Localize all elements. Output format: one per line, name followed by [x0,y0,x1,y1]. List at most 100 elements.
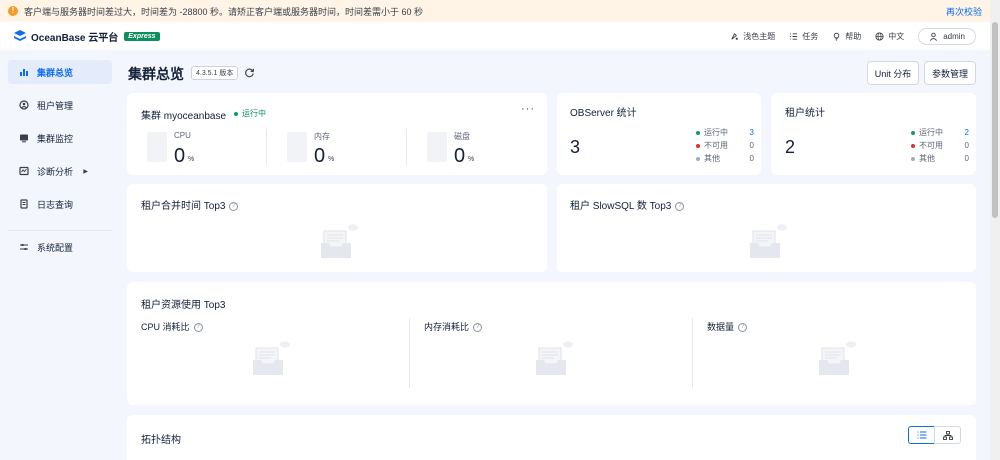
metric-label: CPU [174,131,191,140]
caret-right-icon: ▶ [83,168,88,175]
sidebar-item-system-config[interactable]: 系统配置 [8,235,112,259]
help-menu[interactable]: 帮助 [832,31,861,42]
legend-value: 0 [749,154,754,163]
legend-value: 0 [964,154,969,163]
legend-label: 其他 [919,154,935,163]
column-separator [409,318,410,388]
slowsql-top3-title: 租户 SlowSQL 数 Top3? [570,197,685,212]
legend-row-other: 其他 0 [696,152,754,165]
sidebar-item-label: 集群总览 [37,67,74,78]
legend-value[interactable]: 2 [959,128,969,137]
sidebar-item-label: 集群监控 [37,133,74,144]
data-size-subtitle: 数据量? [707,320,748,333]
sidebar-item-diagnosis[interactable]: 诊断分析 ▶ [8,159,112,183]
sidebar-item-label: 系统配置 [37,242,74,253]
help-label: 帮助 [845,31,862,41]
help-icon[interactable]: ? [473,323,483,333]
metric-separator [266,129,267,165]
tenant-legend: 运行中 2 不可用 0 其他 0 [911,126,969,165]
metric-value: 0 [314,145,326,167]
observer-total: 3 [570,137,581,157]
empty-state-icon [253,341,290,375]
help-icon[interactable]: ? [738,323,748,333]
help-icon[interactable]: ? [229,201,239,211]
diagnosis-icon [19,166,29,176]
sidebar-item-label: 诊断分析 [37,166,74,177]
legend-dot [911,156,915,161]
sidebar-item-tenant-management[interactable]: 租户管理 [8,93,112,117]
legend-value: 0 [964,141,969,150]
legend-row-unavailable: 不可用 0 [911,139,969,152]
legend-row-other: 其他 0 [911,152,969,165]
monitor-icon [20,134,28,143]
logo-text: OceanBase 云平台 [31,32,119,44]
version-tag: 4.3.5.1 版本 [191,66,239,80]
sidebar-item-cluster-monitor[interactable]: 集群监控 [8,126,112,150]
sidebar: 集群总览 租户管理 集群监控 诊断分析 ▶ 日志查询 系统配置 [0,50,120,460]
legend-label: 运行中 [704,128,728,137]
metric-value: 0 [174,145,186,167]
sidebar-item-label: 日志查询 [37,199,74,210]
oceanbase-logo[interactable]: OceanBase 云平台 Express [14,29,160,44]
unit-distribution-button[interactable]: Unit 分布 [867,61,919,85]
parameter-management-button[interactable]: 参数管理 [924,61,976,85]
legend-dot [696,156,700,161]
legend-label: 运行中 [919,128,943,137]
cpu-usage-subtitle: CPU 消耗比? [141,320,203,333]
memory-metric: 内存 0 % [287,129,407,169]
list-icon [917,431,926,439]
user-menu[interactable]: admin [918,27,976,45]
metric-unit: % [468,156,475,163]
legend-label: 不可用 [919,141,943,150]
topology-card [127,415,976,460]
topology-icon [942,430,953,440]
sidebar-item-cluster-overview[interactable]: 集群总览 [8,60,112,84]
column-separator [692,318,693,388]
tenant-total: 2 [785,137,796,157]
observer-legend: 运行中 3 不可用 0 其他 0 [696,126,754,165]
metric-unit: % [328,156,335,163]
more-options-icon[interactable]: ··· [521,103,535,115]
page-title: 集群总览 [128,66,184,82]
status-dot [234,111,238,116]
language-menu[interactable]: 中文 [875,31,904,42]
tasks-label: 任务 [802,31,819,41]
merge-time-top3-title: 租户合并时间 Top3? [141,197,239,212]
cluster-status: 运行中 [234,108,266,119]
metric-unit: % [188,156,195,163]
warning-icon: ! [8,6,18,16]
sidebar-divider [8,230,112,231]
legend-row-unavailable: 不可用 0 [696,139,754,152]
empty-state-icon [750,224,787,258]
metric-label: 磁盘 [454,132,470,141]
card-title-text: 租户 SlowSQL 数 Top3 [570,201,672,212]
bar-chart-icon [20,69,28,76]
legend-row-running: 运行中 2 [911,126,969,139]
top-header: OceanBase 云平台 Express 浅色主题 任务 帮助 中文 admi… [0,22,990,50]
topology-title: 拓扑结构 [141,435,181,446]
topology-view-toggle[interactable] [934,426,961,444]
theme-icon [731,32,739,40]
legend-label: 不可用 [704,141,728,150]
express-badge: Express [124,31,160,41]
help-icon[interactable]: ? [193,323,203,333]
refresh-icon[interactable] [244,67,255,78]
list-icon [790,32,798,40]
help-icon[interactable]: ? [675,201,685,211]
legend-value[interactable]: 3 [744,128,754,137]
list-view-toggle[interactable] [908,426,935,444]
language-label: 中文 [888,31,905,41]
legend-label: 其他 [704,154,720,163]
memory-usage-subtitle: 内存消耗比? [424,320,483,333]
page-scrollbar[interactable] [990,0,1000,460]
scrollbar-thumb[interactable] [992,22,998,218]
legend-value: 0 [749,141,754,150]
recheck-link[interactable]: 再次校验 [946,5,982,18]
theme-toggle[interactable]: 浅色主题 [730,31,775,42]
sidebar-item-log-query[interactable]: 日志查询 [8,192,112,216]
cpu-chart-placeholder [147,132,167,162]
column-title: 数据量 [707,322,735,332]
banner-message: 客户端与服务器时间差过大，时间差为 -28800 秒。请矫正客户端或服务器时间，… [24,6,424,17]
memory-chart-placeholder [287,132,307,162]
tasks-menu[interactable]: 任务 [789,31,818,42]
